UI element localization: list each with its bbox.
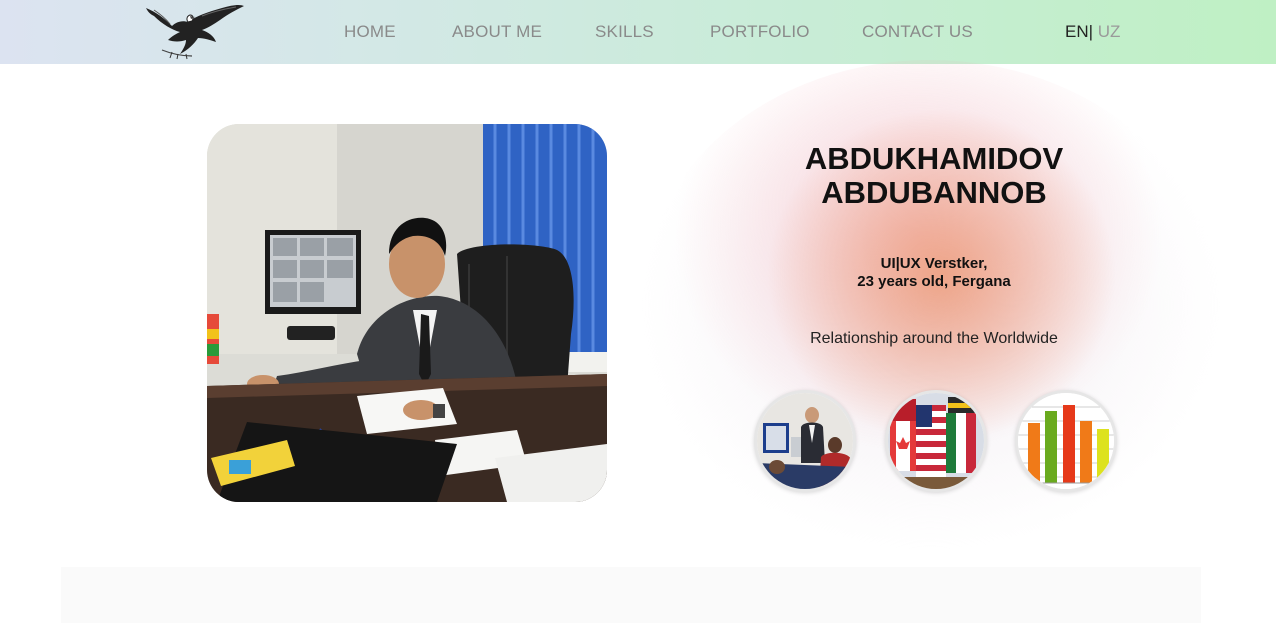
bar-chart-icon[interactable] <box>1015 390 1117 492</box>
profile-age-city: 23 years old, Fergana <box>857 273 1011 290</box>
site-header: HOME ABOUT ME SKILLS PORTFOLIO CONTACT U… <box>0 0 1276 64</box>
profile-photo <box>207 124 607 502</box>
name-line-2: ABDUBANNOB <box>821 175 1047 210</box>
nav-home[interactable]: HOME <box>344 22 396 42</box>
lang-uz[interactable]: UZ <box>1098 22 1121 41</box>
presentation-meeting-icon[interactable] <box>754 390 856 492</box>
nav-skills[interactable]: SKILLS <box>595 22 654 42</box>
profile-subtitle: UI|UX Verstker, 23 years old, Fergana <box>734 255 1134 291</box>
profile-tagline: Relationship around the Worldwide <box>810 330 1058 347</box>
nav-contact-us[interactable]: CONTACT US <box>862 22 973 42</box>
next-section-band <box>61 567 1201 623</box>
language-switcher: EN| UZ <box>1065 22 1120 42</box>
nav-about-me[interactable]: ABOUT ME <box>452 22 542 42</box>
profile-name: ABDUKHAMIDOV ABDUBANNOB <box>734 142 1134 210</box>
world-flags-icon[interactable] <box>885 390 987 492</box>
eagle-logo-icon[interactable] <box>142 2 246 60</box>
profile-role: UI|UX Verstker, <box>880 255 988 272</box>
name-line-1: ABDUKHAMIDOV <box>804 141 1064 176</box>
nav-portfolio[interactable]: PORTFOLIO <box>710 22 810 42</box>
lang-separator: | <box>1088 22 1094 41</box>
lang-en[interactable]: EN <box>1065 22 1089 41</box>
